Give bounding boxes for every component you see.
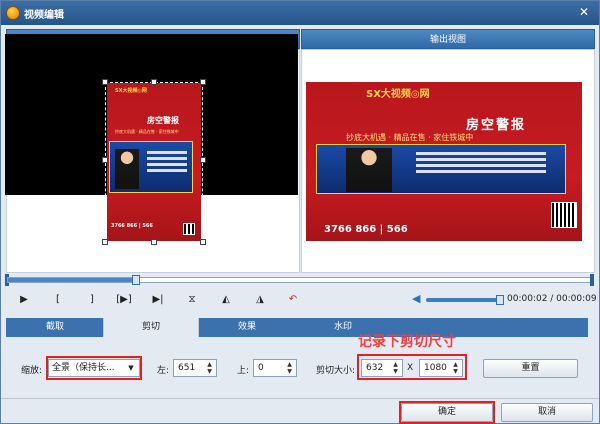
video-tagline: 抄底大机遇 · 精品在售 · 家住铁城中 bbox=[346, 133, 474, 142]
top-spinbox[interactable]: 0 ▲ ▼ bbox=[253, 359, 297, 377]
title-bar: 视频编辑 ✕ bbox=[1, 1, 599, 25]
fade-out-icon[interactable]: ◮ bbox=[251, 293, 269, 307]
timeline-track[interactable] bbox=[7, 275, 593, 285]
crop-handle-tc[interactable] bbox=[151, 79, 157, 85]
crop-handle-br[interactable] bbox=[200, 239, 206, 245]
close-button[interactable]: ✕ bbox=[575, 4, 593, 20]
play-range-icon[interactable]: [▶] bbox=[113, 293, 135, 307]
crop-handle-ml[interactable] bbox=[102, 157, 108, 163]
left-value: 651 bbox=[178, 363, 196, 373]
video-qr-code bbox=[551, 202, 577, 228]
volume-slider[interactable] bbox=[426, 298, 500, 302]
crop-handle-tr[interactable] bbox=[200, 79, 206, 85]
top-label: 上: bbox=[237, 366, 250, 376]
annotation-note: 记录下剪切尺寸 bbox=[358, 334, 456, 350]
crop-handle-mr[interactable] bbox=[200, 157, 206, 163]
video-headline: 房空警报 bbox=[466, 118, 527, 133]
spin-down-icon[interactable]: ▼ bbox=[204, 368, 215, 375]
crop-selection-box[interactable] bbox=[102, 79, 206, 245]
video-logo: SX大视频◎网 bbox=[366, 89, 430, 100]
undo-icon[interactable]: ↶ bbox=[284, 293, 302, 307]
top-value: 0 bbox=[258, 363, 264, 373]
zoom-highlight-box bbox=[46, 356, 142, 380]
fade-in-icon[interactable]: ◭ bbox=[217, 293, 235, 307]
zoom-label: 缩放: bbox=[21, 366, 43, 376]
volume-knob[interactable] bbox=[496, 295, 504, 305]
split-icon[interactable]: ⧖ bbox=[183, 293, 201, 307]
edit-tabs: 截取 剪切 效果 水印 bbox=[6, 318, 588, 337]
crop-handle-bl[interactable] bbox=[102, 239, 108, 245]
tab-crop[interactable]: 剪切 bbox=[103, 318, 199, 337]
crop-size-label: 剪切大小: bbox=[316, 366, 356, 376]
volume-icon[interactable]: ◀ bbox=[412, 293, 424, 305]
output-video-frame: SX大视频◎网 房空警报 抄底大机遇 · 精品在售 · 家住铁城中 3766 8… bbox=[306, 82, 582, 241]
step-icon[interactable]: ▶| bbox=[149, 293, 167, 307]
ok-highlight-box bbox=[399, 401, 495, 424]
app-logo-icon bbox=[6, 6, 20, 20]
cancel-button[interactable]: 取消 bbox=[501, 403, 593, 422]
video-edit-window: 视频编辑 ✕ 原始视图 输出视图 SX大视频◎网 房空警报 抄底大机遇 · 精品… bbox=[0, 0, 600, 424]
left-spinbox[interactable]: 651 ▲ ▼ bbox=[173, 359, 217, 377]
spin-up-icon[interactable]: ▲ bbox=[284, 361, 295, 368]
spin-down-icon[interactable]: ▼ bbox=[284, 368, 295, 375]
tab-effects[interactable]: 效果 bbox=[199, 318, 295, 337]
video-text-lines bbox=[416, 152, 546, 176]
mark-in-icon[interactable]: [ bbox=[49, 293, 67, 307]
window-title: 视频编辑 bbox=[24, 10, 64, 21]
crop-handle-bc[interactable] bbox=[151, 239, 157, 245]
crop-handle-tl[interactable] bbox=[102, 79, 108, 85]
timeline-progress bbox=[8, 278, 136, 282]
output-view-header: 输出视图 bbox=[301, 29, 595, 49]
play-icon[interactable]: ▶ bbox=[15, 293, 33, 307]
timeline-playhead[interactable] bbox=[132, 275, 140, 285]
timeline-end-marker[interactable] bbox=[590, 274, 594, 286]
mark-out-icon[interactable]: ] bbox=[83, 293, 101, 307]
footer-divider bbox=[1, 398, 599, 399]
crop-size-highlight-box bbox=[357, 354, 467, 380]
video-phone: 3766 866 | 566 bbox=[324, 224, 408, 235]
video-presenter bbox=[346, 148, 392, 192]
reset-button[interactable]: 重置 bbox=[483, 359, 578, 378]
tab-trim[interactable]: 截取 bbox=[7, 318, 103, 337]
left-label: 左: bbox=[157, 366, 170, 376]
time-readout: 00:00:02 / 00:00:09 bbox=[507, 294, 597, 304]
spin-up-icon[interactable]: ▲ bbox=[204, 361, 215, 368]
